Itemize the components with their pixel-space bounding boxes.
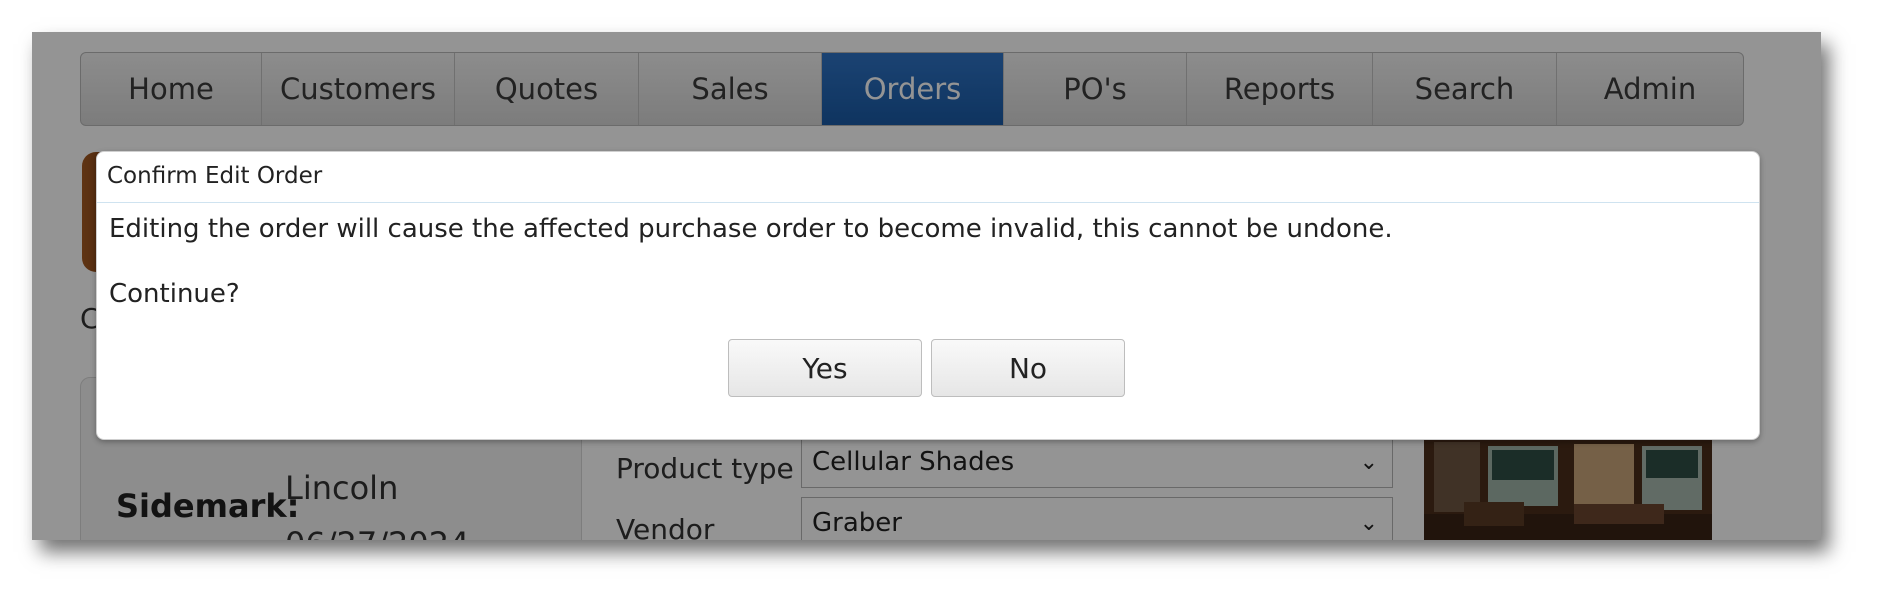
dialog-message: Editing the order will cause the affecte… (109, 214, 1393, 244)
dialog-question: Continue? (109, 279, 240, 309)
no-button[interactable]: No (931, 339, 1125, 397)
dialog-title: Confirm Edit Order (97, 152, 1759, 203)
app-window: Home Customers Quotes Sales Orders PO's … (32, 32, 1821, 540)
yes-button[interactable]: Yes (728, 339, 922, 397)
confirm-dialog: Confirm Edit Order Editing the order wil… (96, 151, 1760, 440)
